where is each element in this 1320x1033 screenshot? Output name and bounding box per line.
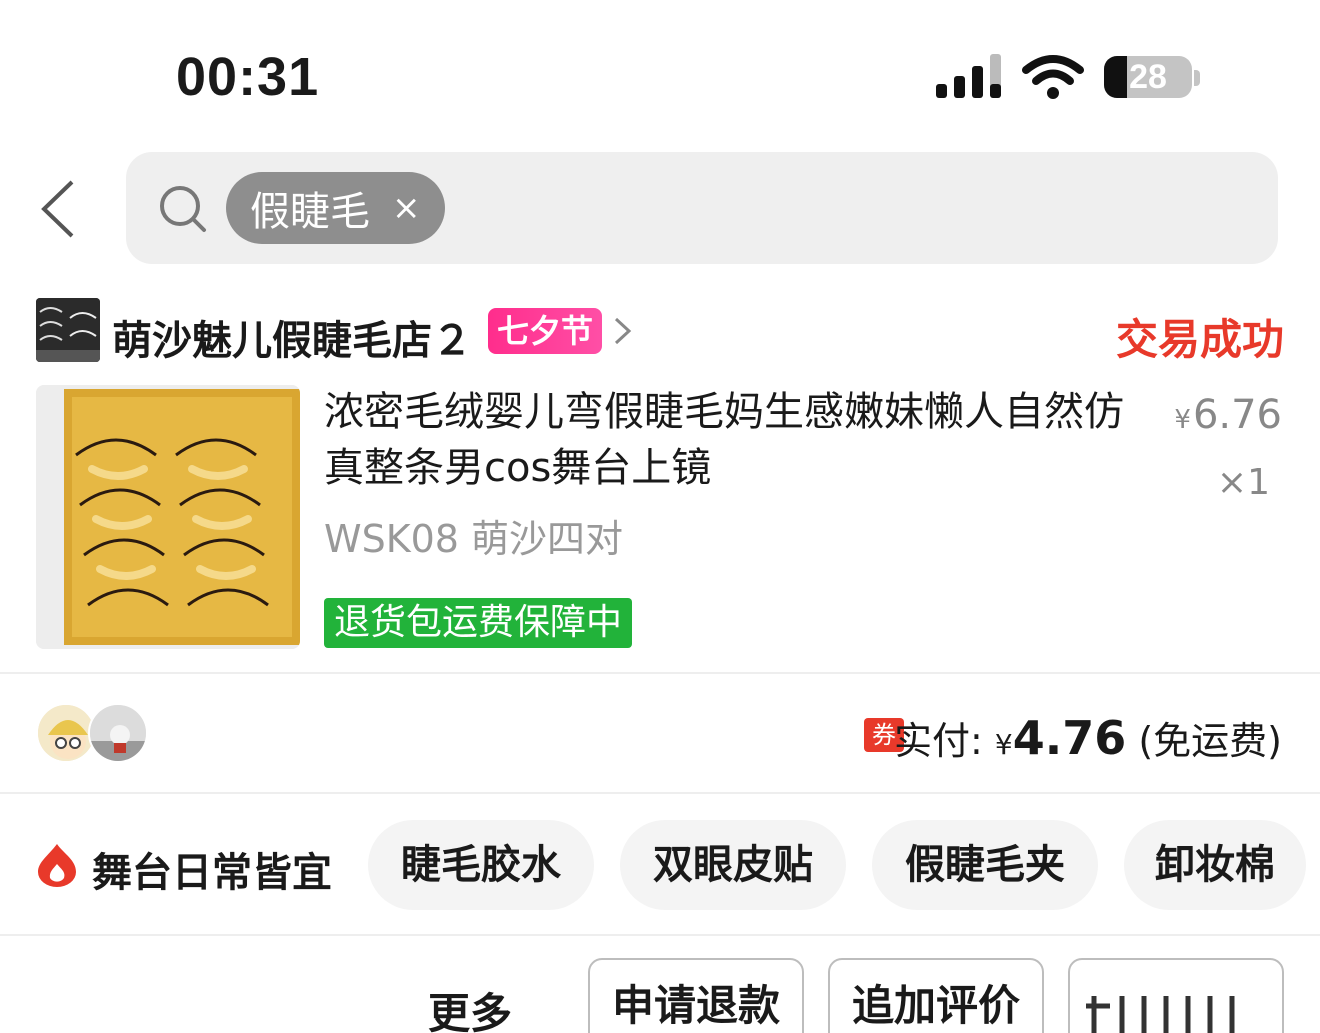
- wifi-icon: [1022, 55, 1084, 99]
- chevron-right-icon[interactable]: [612, 316, 634, 346]
- shipping-note: (免运费): [1138, 719, 1282, 763]
- recommend-label: 舞台日常皆宜: [92, 850, 332, 896]
- festival-badge: 七夕节: [488, 308, 602, 354]
- battery-level: 28: [1129, 58, 1167, 96]
- price-currency: ¥: [1174, 405, 1191, 435]
- product-title[interactable]: 浓密毛绒婴儿弯假睫毛妈生感嫩妹懒人自然仿真整条男cos舞台上镜: [324, 384, 1144, 496]
- tag-double-eyelid-tape[interactable]: 双眼皮贴: [620, 820, 846, 910]
- divider: [0, 934, 1320, 936]
- product-price: ¥6.76: [1174, 392, 1282, 438]
- shop-logo[interactable]: [36, 298, 100, 362]
- add-review-button[interactable]: 追加评价: [828, 958, 1044, 1033]
- more-button[interactable]: 更多: [428, 980, 512, 1033]
- tag-eyelash-curler[interactable]: 假睫毛夹: [872, 820, 1098, 910]
- search-query-text: 假睫毛: [250, 189, 370, 235]
- action-button-partial[interactable]: [1068, 958, 1284, 1033]
- product-image[interactable]: [36, 385, 300, 649]
- product-sku: WSK08 萌沙四对: [324, 517, 624, 561]
- battery-icon: 28: [1104, 56, 1192, 98]
- paid-value: 4.76: [1012, 711, 1127, 765]
- avatar[interactable]: [36, 703, 96, 763]
- price-value: 6.76: [1192, 392, 1282, 438]
- shop-name[interactable]: 萌沙魅儿假睫毛店２: [112, 308, 472, 366]
- order-status: 交易成功: [1115, 315, 1284, 364]
- return-shipping-badge: 退货包运费保障中: [324, 598, 633, 648]
- product-quantity: ×1: [1216, 462, 1270, 503]
- divider: [0, 672, 1320, 674]
- paid-currency: ¥: [994, 728, 1013, 761]
- clear-query-icon[interactable]: ×: [392, 188, 421, 228]
- status-time: 00:31: [176, 47, 320, 107]
- divider: [0, 792, 1320, 794]
- status-icons: 28: [936, 52, 1206, 102]
- avatar[interactable]: [88, 703, 148, 763]
- paid-label: 实付:: [894, 719, 983, 763]
- paid-amount: 实付: ¥4.76 (免运费): [894, 710, 1282, 765]
- back-button[interactable]: [36, 178, 86, 240]
- request-refund-button[interactable]: 申请退款: [588, 958, 804, 1033]
- search-query-chip[interactable]: 假睫毛 ×: [226, 172, 445, 244]
- tag-makeup-remover-pads[interactable]: 卸妆棉: [1124, 820, 1306, 910]
- search-bar[interactable]: 假睫毛 ×: [126, 152, 1278, 264]
- tag-eyelash-glue[interactable]: 睫毛胶水: [368, 820, 594, 910]
- search-icon: [160, 186, 206, 232]
- flame-icon: [38, 844, 76, 887]
- signal-icon: [936, 52, 1006, 102]
